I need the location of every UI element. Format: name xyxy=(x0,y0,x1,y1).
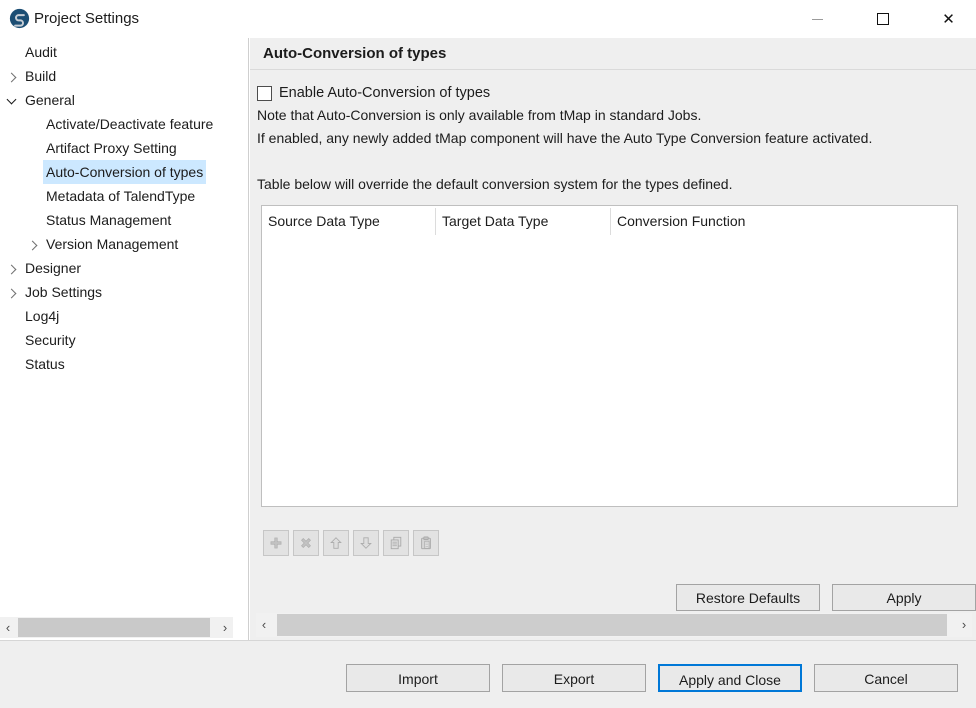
sidebar-item-label: Audit xyxy=(22,40,60,64)
move-up-icon xyxy=(329,536,343,550)
scrollbar-thumb[interactable] xyxy=(277,614,947,636)
apply-button[interactable]: Apply xyxy=(832,584,976,611)
sidebar-item-label: General xyxy=(22,88,78,112)
scroll-right-icon[interactable]: › xyxy=(956,613,972,637)
table-caption: Table below will override the default co… xyxy=(257,176,732,192)
sidebar-item-security[interactable]: Security xyxy=(0,328,248,352)
auto-conversion-panel: Auto-Conversion of types Enable Auto-Con… xyxy=(250,38,976,640)
enable-auto-conversion-row: Enable Auto-Conversion of types xyxy=(257,85,490,101)
sidebar-item-status[interactable]: Status xyxy=(0,352,248,376)
window-title: Project Settings xyxy=(34,0,139,38)
scroll-right-icon[interactable]: › xyxy=(217,617,233,638)
sidebar-item-label: Status Management xyxy=(43,208,174,232)
chevron-right-icon[interactable] xyxy=(7,265,17,275)
note-line-1: Note that Auto-Conversion is only availa… xyxy=(257,107,701,123)
sidebar-item-label: Designer xyxy=(22,256,84,280)
copy-icon xyxy=(389,536,403,550)
note-line-2: If enabled, any newly added tMap compone… xyxy=(257,130,872,146)
sidebar-item-label: Metadata of TalendType xyxy=(43,184,198,208)
enable-auto-conversion-checkbox[interactable] xyxy=(257,86,272,101)
sidebar-item-general[interactable]: General xyxy=(0,88,248,112)
maximize-button[interactable] xyxy=(860,0,905,38)
minimize-button[interactable] xyxy=(795,0,840,38)
sidebar-item-build[interactable]: Build xyxy=(0,64,248,88)
minimize-icon xyxy=(812,19,823,20)
move-down-button[interactable] xyxy=(353,530,379,556)
sidebar-item-metadata-of-talendtype[interactable]: Metadata of TalendType xyxy=(0,184,248,208)
sidebar-item-auto-conversion-of-types[interactable]: Auto-Conversion of types xyxy=(0,160,248,184)
column-header-conversion-function[interactable]: Conversion Function xyxy=(617,213,745,229)
copy-button[interactable] xyxy=(383,530,409,556)
dialog-footer: Import Export Apply and Close Cancel xyxy=(0,640,976,708)
sidebar-item-label: Artifact Proxy Setting xyxy=(43,136,180,160)
sidebar-item-designer[interactable]: Designer xyxy=(0,256,248,280)
add-row-button[interactable] xyxy=(263,530,289,556)
delete-row-button[interactable] xyxy=(293,530,319,556)
sidebar-item-audit[interactable]: Audit xyxy=(0,40,248,64)
paste-button[interactable] xyxy=(413,530,439,556)
sidebar-item-label: Build xyxy=(22,64,59,88)
cancel-button[interactable]: Cancel xyxy=(814,664,958,692)
tree: Audit Build General Activate/Deactivate … xyxy=(0,38,248,376)
scrollbar-thumb[interactable] xyxy=(18,618,210,637)
sidebar-item-label: Job Settings xyxy=(22,280,105,304)
close-icon: ✕ xyxy=(942,12,955,27)
sidebar-item-log4j[interactable]: Log4j xyxy=(0,304,248,328)
chevron-right-icon[interactable] xyxy=(28,241,38,251)
export-button[interactable]: Export xyxy=(502,664,646,692)
scroll-left-icon[interactable]: ‹ xyxy=(256,613,272,637)
sidebar-item-label: Activate/Deactivate feature xyxy=(43,112,216,136)
delete-icon xyxy=(299,536,313,550)
sidebar-item-label: Version Management xyxy=(43,232,181,256)
column-divider xyxy=(435,208,436,235)
settings-tree: Audit Build General Activate/Deactivate … xyxy=(0,38,249,640)
sidebar-item-status-management[interactable]: Status Management xyxy=(0,208,248,232)
sidebar-item-label: Status xyxy=(22,352,68,376)
app-logo-icon xyxy=(9,8,30,29)
import-button[interactable]: Import xyxy=(346,664,490,692)
apply-and-close-button[interactable]: Apply and Close xyxy=(658,664,802,692)
column-header-source-data-type[interactable]: Source Data Type xyxy=(268,213,380,229)
column-header-target-data-type[interactable]: Target Data Type xyxy=(442,213,548,229)
paste-icon xyxy=(419,536,433,550)
page-title: Auto-Conversion of types xyxy=(250,38,976,70)
add-icon xyxy=(269,536,283,550)
move-down-icon xyxy=(359,536,373,550)
scroll-left-icon[interactable]: ‹ xyxy=(0,617,16,638)
sidebar-horizontal-scrollbar[interactable]: ‹ › xyxy=(0,617,233,638)
enable-auto-conversion-label: Enable Auto-Conversion of types xyxy=(279,85,490,101)
sidebar-item-artifact-proxy-setting[interactable]: Artifact Proxy Setting xyxy=(0,136,248,160)
restore-defaults-button[interactable]: Restore Defaults xyxy=(676,584,820,611)
project-settings-dialog: Project Settings ✕ Audit Build General A… xyxy=(0,0,976,708)
sidebar-item-label: Log4j xyxy=(22,304,62,328)
table-toolbar xyxy=(263,530,443,556)
sidebar-item-label-selected: Auto-Conversion of types xyxy=(43,160,206,184)
sidebar-item-job-settings[interactable]: Job Settings xyxy=(0,280,248,304)
chevron-right-icon[interactable] xyxy=(7,289,17,299)
sidebar-item-label: Security xyxy=(22,328,79,352)
column-divider xyxy=(610,208,611,235)
close-button[interactable]: ✕ xyxy=(926,0,971,38)
main-horizontal-scrollbar[interactable]: ‹ › xyxy=(256,613,972,637)
conversion-table[interactable]: Source Data Type Target Data Type Conver… xyxy=(261,205,958,507)
maximize-icon xyxy=(877,13,889,25)
sidebar-item-activate-deactivate-feature[interactable]: Activate/Deactivate feature xyxy=(0,112,248,136)
chevron-down-icon[interactable] xyxy=(7,95,17,105)
sidebar-item-version-management[interactable]: Version Management xyxy=(0,232,248,256)
titlebar: Project Settings ✕ xyxy=(0,0,976,38)
move-up-button[interactable] xyxy=(323,530,349,556)
chevron-right-icon[interactable] xyxy=(7,73,17,83)
